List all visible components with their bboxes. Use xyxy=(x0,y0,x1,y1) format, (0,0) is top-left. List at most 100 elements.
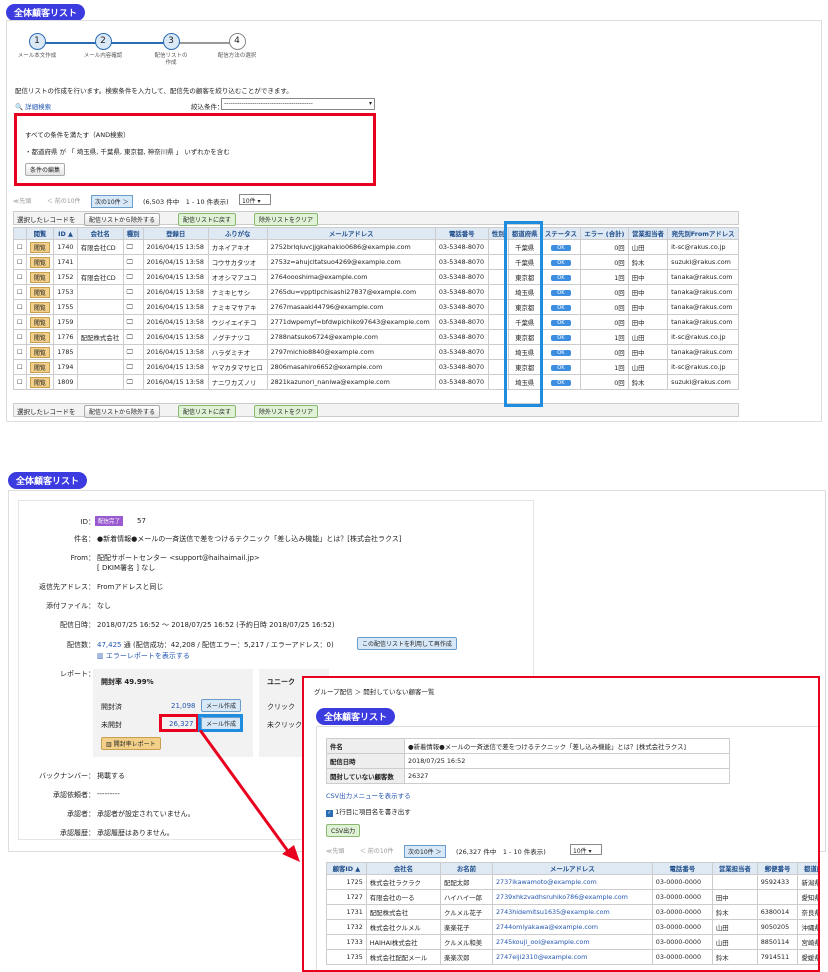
monitor-icon: 🖵 xyxy=(126,272,133,281)
view-button[interactable]: 閲覧 xyxy=(29,256,50,268)
view-button[interactable]: 閲覧 xyxy=(29,316,50,328)
open-report-button[interactable]: ▥ 開封率レポート xyxy=(101,737,161,750)
column-header[interactable]: 電話番号 xyxy=(651,862,713,875)
column-header[interactable]: お名前 xyxy=(440,862,493,875)
from-address: 配配サポートセンター <support@haihaimail.jp> xyxy=(97,554,260,562)
name-cell: クルメル花子 xyxy=(440,904,493,920)
status-badge: OK xyxy=(551,335,571,341)
resend-button[interactable]: この配信リストを利用して再作成 xyxy=(357,637,457,650)
column-header[interactable]: 宛先別Fromアドレス xyxy=(667,227,739,240)
status-badge: OK xyxy=(551,290,571,296)
column-header[interactable]: 都道府県 xyxy=(797,862,818,875)
checkbox-icon[interactable]: ☐ xyxy=(17,303,23,311)
column-header[interactable]: 種別 xyxy=(122,227,144,240)
column-header[interactable]: ステータス xyxy=(540,227,582,240)
from-cell: tanaka@rakus.com xyxy=(667,344,739,360)
monitor-icon: 🖵 xyxy=(126,347,133,356)
prefecture-cell: 沖縄県 xyxy=(797,919,818,935)
checkbox-icon[interactable]: ☐ xyxy=(17,363,23,371)
email-cell[interactable]: 2744omiyakawa@example.com xyxy=(491,919,653,935)
restore-button[interactable]: 配信リストに戻す xyxy=(178,213,237,226)
id-cell: 1731 xyxy=(326,904,367,920)
popup-per-page-select[interactable]: 10件 ▾ xyxy=(570,844,602,855)
filter-select[interactable]: ----------------------------------------… xyxy=(221,98,375,110)
opened-link[interactable]: 21,098 xyxy=(171,702,196,710)
column-header[interactable]: ID ▲ xyxy=(53,227,78,240)
date-cell: 2016/04/15 13:58 xyxy=(142,359,209,375)
column-header[interactable]: 登録日 xyxy=(142,227,209,240)
row-checkbox-cell[interactable]: ☐ xyxy=(13,344,27,360)
checkbox-icon[interactable]: ☐ xyxy=(17,273,23,281)
view-button[interactable]: 閲覧 xyxy=(29,241,50,253)
clear-exclude-button[interactable]: 除外リストをクリア xyxy=(254,213,319,226)
detail-search-link[interactable]: 🔍 詳細検索 xyxy=(15,101,51,111)
row-checkbox-cell[interactable]: ☐ xyxy=(13,284,27,300)
column-header[interactable]: 会社名 xyxy=(365,862,442,875)
view-button[interactable]: 閲覧 xyxy=(29,271,50,283)
email-cell[interactable]: 2745kouji_ooi@example.com xyxy=(491,934,653,950)
row-checkbox-cell[interactable]: ☐ xyxy=(13,329,27,345)
column-header[interactable]: 会社名 xyxy=(76,227,124,240)
email-cell[interactable]: 2737ikawamoto@example.com xyxy=(491,874,653,890)
csv-button[interactable]: CSV出力 xyxy=(326,824,361,837)
view-button[interactable]: 閲覧 xyxy=(29,361,50,373)
column-header[interactable]: 郵便番号 xyxy=(756,862,799,875)
type-cell: 🖵 xyxy=(122,329,144,345)
pager-first[interactable]: ≪先頭 xyxy=(13,196,31,205)
clear-exclude-button[interactable]: 除外リストをクリア xyxy=(254,405,319,418)
email-cell: 2764oooshima@example.com xyxy=(266,269,436,285)
checkbox-icon[interactable]: ☐ xyxy=(17,288,23,296)
error-report-link[interactable]: ▥ エラーレポートを表示する xyxy=(97,651,190,661)
exclude-button[interactable]: 配信リストから除外する xyxy=(84,405,161,418)
status-badge: OK xyxy=(551,275,571,281)
checkbox-icon[interactable]: ☐ xyxy=(17,243,23,251)
view-button[interactable]: 閲覧 xyxy=(29,346,50,358)
row-checkbox-cell[interactable]: ☐ xyxy=(13,239,27,255)
kana-cell: コウサカタツオ xyxy=(207,254,268,270)
csv-header-checkbox[interactable]: ✓ 1行目に項目名を書き出す xyxy=(326,806,411,817)
email-cell[interactable]: 2747eiji2310@example.com xyxy=(491,949,653,965)
column-header[interactable]: エラー (合計) xyxy=(580,227,629,240)
pager-next[interactable]: 次の10件 ＞ xyxy=(91,195,133,208)
pager-prev[interactable]: ＜ 前の10件 xyxy=(47,196,81,205)
column-header[interactable]: 営業担当者 xyxy=(711,862,758,875)
date-cell: 2016/04/15 13:58 xyxy=(142,374,209,390)
view-button[interactable]: 閲覧 xyxy=(29,286,50,298)
count-link[interactable]: 47,425 xyxy=(97,641,122,649)
csv-menu-link[interactable]: CSV出力メニューを表示する xyxy=(326,790,411,800)
column-header[interactable]: メールアドレス xyxy=(266,227,436,240)
popup-pager-next[interactable]: 次の10件 ＞ xyxy=(404,845,446,858)
column-header[interactable]: ふりがな xyxy=(207,227,268,240)
per-page-select[interactable]: 10件 ▾ xyxy=(239,194,271,205)
edit-condition-button[interactable]: 条件の編集 xyxy=(25,163,66,176)
monitor-icon: 🖵 xyxy=(126,242,133,251)
row-checkbox-cell[interactable]: ☐ xyxy=(13,269,27,285)
checkbox-icon[interactable]: ☐ xyxy=(17,378,23,386)
restore-button[interactable]: 配信リストに戻す xyxy=(178,405,237,418)
column-header[interactable]: 営業担当者 xyxy=(627,227,669,240)
date-cell: 2016/04/15 13:58 xyxy=(142,284,209,300)
view-button[interactable]: 閲覧 xyxy=(29,301,50,313)
zip-cell xyxy=(756,889,799,905)
opened-mail-button[interactable]: メール作成 xyxy=(201,699,242,712)
column-header[interactable]: メールアドレス xyxy=(491,862,653,875)
checkbox-icon[interactable]: ☐ xyxy=(17,348,23,356)
column-header: 閲覧 xyxy=(25,227,55,240)
sales-cell: 鈴木 xyxy=(711,949,758,965)
checkbox-icon[interactable]: ☐ xyxy=(17,333,23,341)
row-checkbox-cell[interactable]: ☐ xyxy=(13,314,27,330)
checkbox-icon[interactable]: ☐ xyxy=(17,318,23,326)
exclude-button[interactable]: 配信リストから除外する xyxy=(84,213,161,226)
checkbox-icon[interactable]: ☐ xyxy=(17,258,23,266)
column-header[interactable]: 電話番号 xyxy=(434,227,489,240)
row-checkbox-cell[interactable]: ☐ xyxy=(13,359,27,375)
view-button[interactable]: 閲覧 xyxy=(29,331,50,343)
view-button[interactable]: 閲覧 xyxy=(29,376,50,388)
column-header[interactable]: 顧客ID ▲ xyxy=(326,862,367,875)
row-checkbox-cell[interactable]: ☐ xyxy=(13,254,27,270)
email-cell[interactable]: 2739xhkzvadhsruhiko786@example.com xyxy=(491,889,653,905)
table-row: 1727 有限会社の一る ハイハイ一郎 2739xhkzvadhsruhiko786@… xyxy=(326,889,818,905)
row-checkbox-cell[interactable]: ☐ xyxy=(13,374,27,390)
row-checkbox-cell[interactable]: ☐ xyxy=(13,299,27,315)
email-cell[interactable]: 2743hidemitsu1635@example.com xyxy=(491,904,653,920)
